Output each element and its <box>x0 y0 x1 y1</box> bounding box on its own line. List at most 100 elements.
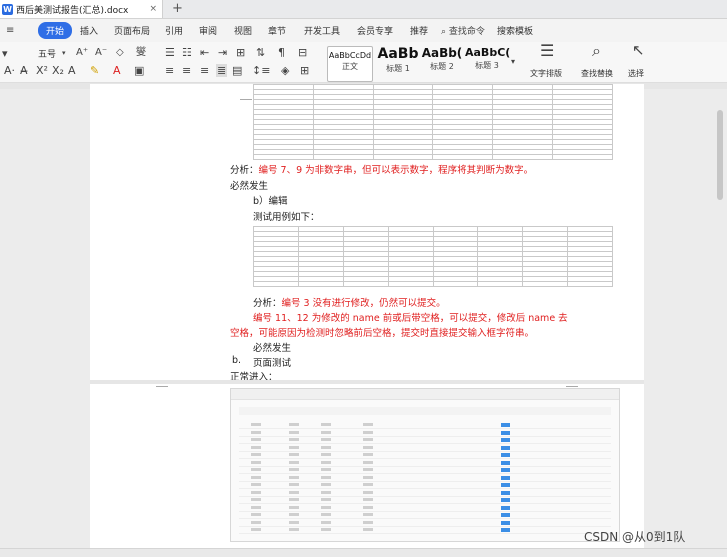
font-size-select[interactable]: 五号 <box>38 47 56 60</box>
chinese-layout-icon[interactable]: ⊞ <box>236 47 245 58</box>
decrease-indent-icon[interactable]: ⇤ <box>200 47 209 58</box>
style-heading-2[interactable]: AaBb( 标题 2 <box>421 46 463 80</box>
table-cell <box>387 281 434 287</box>
find-replace-icon[interactable]: ⌕ <box>592 43 601 59</box>
scrollbar-thumb[interactable] <box>717 110 723 200</box>
chevron-down-icon[interactable]: ▾ <box>62 48 66 59</box>
sort-icon[interactable]: ⇅ <box>256 47 265 58</box>
table-cell <box>289 460 299 464</box>
line-spacing-icon[interactable]: ↕≡ <box>252 65 270 76</box>
style-heading-3[interactable]: AaBbC( 标题 3 <box>465 46 510 80</box>
align-left-icon[interactable]: ≡ <box>165 65 174 76</box>
strikethrough-icon[interactable]: A̶ <box>20 65 28 76</box>
text-layout-icon[interactable]: ☰ <box>540 43 554 59</box>
section-title: 页面测试 <box>253 358 292 369</box>
numbered-list-icon[interactable]: ☷ <box>182 47 192 58</box>
select-cursor-icon[interactable]: ↖ <box>632 43 645 58</box>
must-occur-2: 必然发生 <box>253 343 292 354</box>
bullet-list-icon[interactable]: ☰ <box>165 47 175 58</box>
table-cell <box>251 460 261 464</box>
subscript-icon[interactable]: X₂ <box>52 65 64 76</box>
table-cell <box>321 438 331 441</box>
menu-tab-references[interactable]: 引用 <box>165 24 183 37</box>
menu-tab-page-layout[interactable]: 页面布局 <box>114 24 150 37</box>
table-cell <box>363 483 373 486</box>
distributed-icon[interactable]: ▤ <box>232 65 242 76</box>
menu-tab-developer[interactable]: 开发工具 <box>304 24 340 37</box>
text-effect-icon[interactable]: A· <box>4 65 15 76</box>
justify-icon[interactable]: ≣ <box>216 64 228 77</box>
must-occur-1: 必然发生 <box>230 181 269 192</box>
page-corner-mark <box>566 386 578 387</box>
table-border-icon[interactable]: ⊞ <box>300 65 309 76</box>
font-color-icon[interactable]: A <box>113 65 121 76</box>
edit-subheading: b）编辑 <box>253 196 288 207</box>
align-right-icon[interactable]: ≡ <box>200 65 209 76</box>
text-layout-button[interactable]: 文字排版 <box>530 68 562 79</box>
table-cell <box>363 430 373 434</box>
styles-expand-icon[interactable]: ▾ <box>511 56 515 67</box>
align-center-icon[interactable]: ≡ <box>182 65 191 76</box>
phonetic-guide-icon[interactable]: 燮 <box>136 47 146 58</box>
table-cell <box>363 445 373 449</box>
text-color-a-icon[interactable]: A <box>68 65 76 76</box>
grow-font-icon[interactable]: A⁺ <box>76 47 88 58</box>
action-button <box>501 475 510 480</box>
table-cell <box>251 453 261 456</box>
menu-tab-review[interactable]: 审阅 <box>199 24 217 37</box>
table-cell <box>251 430 261 434</box>
char-border-icon[interactable]: ▣ <box>134 65 144 76</box>
list-item <box>239 490 611 497</box>
table-cell <box>289 445 299 449</box>
menu-tab-home[interactable]: 开始 <box>38 22 73 39</box>
table-cell <box>432 281 479 287</box>
table-cell <box>363 460 373 464</box>
test-case-table-1 <box>253 84 613 160</box>
table-cell <box>321 505 331 509</box>
format-painter-icon[interactable]: ▾ <box>2 48 8 59</box>
table-cell <box>342 281 389 287</box>
action-button <box>501 445 510 450</box>
table-cell <box>289 423 299 426</box>
list-item <box>239 460 611 467</box>
style-normal[interactable]: AaBbCcDd 正文 <box>327 46 373 82</box>
shrink-font-icon[interactable]: A⁻ <box>95 47 107 58</box>
menu-tab-member[interactable]: 会员专享 <box>357 24 393 37</box>
table-cell <box>432 154 494 160</box>
border-icon[interactable]: ⊟ <box>298 47 307 58</box>
show-marks-icon[interactable]: ¶ <box>278 47 285 58</box>
list-item <box>239 475 611 482</box>
list-item <box>239 483 611 489</box>
embedded-screenshot <box>230 388 620 542</box>
increase-indent-icon[interactable]: ⇥ <box>218 47 227 58</box>
menu-tab-insert[interactable]: 插入 <box>80 24 98 37</box>
document-tab[interactable]: W 西后美测试报告(汇总).docx × <box>0 0 163 18</box>
table-cell <box>363 528 373 531</box>
style-heading-1[interactable]: AaBb 标题 1 <box>375 46 421 80</box>
close-tab-icon[interactable]: × <box>149 4 157 14</box>
table-cell <box>251 475 261 479</box>
table-cell <box>363 475 373 479</box>
clear-format-icon[interactable]: ◇ <box>116 47 124 58</box>
embedded-filter-bar <box>239 407 611 415</box>
hamburger-menu-icon[interactable]: ≡ <box>6 25 14 36</box>
menu-tab-view[interactable]: 视图 <box>234 24 252 37</box>
find-replace-button[interactable]: 查找替换 <box>581 68 613 79</box>
highlight-icon[interactable]: ✎ <box>90 65 99 76</box>
action-button <box>501 505 510 510</box>
table-cell <box>289 490 299 494</box>
search-template[interactable]: 搜索模板 <box>497 24 533 37</box>
vertical-scrollbar[interactable] <box>716 90 724 545</box>
table-cell <box>321 498 331 501</box>
action-button <box>501 483 510 487</box>
search-command[interactable]: ⌕ 查找命令 <box>441 24 485 37</box>
action-button <box>501 453 510 457</box>
superscript-icon[interactable]: X² <box>36 65 48 76</box>
ribbon-toolbar: ▾ 五号 ▾ A⁺ A⁻ ◇ 燮 A· A̶ X² X₂ A ✎ A ▣ ☰ ☷… <box>0 42 727 83</box>
shading-icon[interactable]: ◈ <box>281 65 289 76</box>
new-tab-button[interactable]: + <box>172 0 183 18</box>
menu-tab-chapter[interactable]: 章节 <box>268 24 286 37</box>
select-button[interactable]: 选择 <box>628 68 644 79</box>
watermark: CSDN @从0到1队 <box>584 530 686 544</box>
menu-tab-recommend[interactable]: 推荐 <box>410 24 428 37</box>
